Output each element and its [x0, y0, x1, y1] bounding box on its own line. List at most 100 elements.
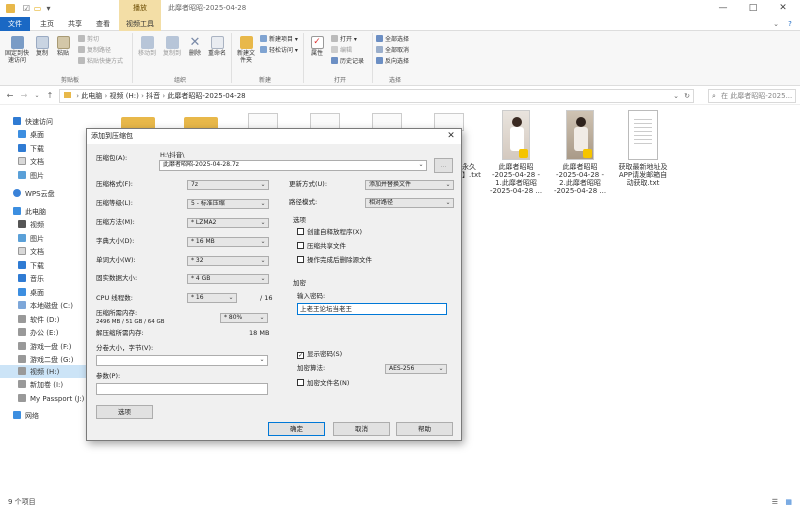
copy-to-button[interactable]: 复制到 — [161, 36, 183, 57]
nav-downloads-2[interactable]: 下载 — [18, 260, 44, 272]
context-tab-play[interactable]: 播放 — [119, 0, 161, 17]
new-folder-quick-icon[interactable]: ▭ — [33, 4, 42, 13]
copy-button[interactable]: 复制 — [34, 36, 50, 57]
nav-drive-h[interactable]: 视频 (H:) — [18, 366, 59, 378]
tab-video-tools[interactable]: 视频工具 — [119, 17, 161, 31]
select-none-button[interactable]: 全部取消 — [376, 46, 409, 55]
tab-view[interactable]: 查看 — [90, 17, 116, 31]
details-view-icon[interactable]: ☰ — [772, 496, 778, 508]
enc-method-select[interactable]: AES-256 ⌄ — [385, 364, 447, 374]
level-select[interactable]: 5 - 标准压缩 ⌄ — [187, 199, 269, 209]
file-item-video-1[interactable]: 此靡者昭昭 -2025-04-28 - 1.此靡者昭昭 -2025-04-28 … — [488, 110, 544, 195]
split-combo[interactable]: ⌄ — [96, 355, 268, 366]
breadcrumb-current[interactable]: 此靡者昭昭-2025-04-28 — [167, 92, 245, 100]
mem-percent-select[interactable]: * 80% ⌄ — [220, 313, 268, 323]
nav-drive-c[interactable]: 本地磁盘 (C:) — [18, 300, 73, 312]
refresh-icon[interactable]: ↻ — [684, 90, 690, 102]
paste-shortcut-button[interactable]: 粘贴快捷方式 — [78, 57, 123, 66]
dict-select[interactable]: * 16 MB ⌄ — [187, 237, 269, 247]
move-to-button[interactable]: 移动到 — [136, 36, 158, 57]
properties-button[interactable]: ✓ 属性 — [307, 36, 327, 57]
file-item-txt[interactable]: 获取最新地址及 APP请发邮箱自 动获取.txt — [614, 110, 672, 187]
back-icon[interactable]: ← — [4, 89, 16, 103]
password-input[interactable]: 上老王论坛当老王 — [297, 303, 447, 315]
cut-button[interactable]: 剪切 — [78, 35, 99, 44]
nav-this-pc[interactable]: 此电脑 — [13, 206, 46, 218]
sfx-checkbox[interactable]: 创建自释放程序(X) — [297, 228, 362, 237]
params-input[interactable] — [96, 383, 268, 395]
new-folder-button[interactable]: 新建文件夹 — [235, 36, 257, 64]
format-select[interactable]: 7z ⌄ — [187, 180, 269, 190]
large-icons-view-icon[interactable]: ▦ — [785, 496, 792, 508]
solid-select[interactable]: * 4 GB ⌄ — [187, 274, 269, 284]
select-all-button[interactable]: 全部选择 — [376, 35, 409, 44]
recent-dropdown-icon[interactable]: ⌄ — [31, 89, 43, 103]
encrypt-names-checkbox[interactable]: 加密文件名(N) — [297, 379, 349, 388]
nav-videos[interactable]: 视频 — [18, 219, 44, 231]
open-button[interactable]: 打开 ▾ — [331, 35, 357, 44]
browse-button[interactable]: ... — [434, 158, 453, 173]
new-item-button[interactable]: 新建项目 ▾ — [260, 35, 298, 44]
nav-drive-f[interactable]: 游戏一盘 (F:) — [18, 341, 72, 353]
breadcrumb-this-pc[interactable]: 此电脑 — [81, 92, 102, 100]
delete-after-checkbox[interactable]: 操作完成后删除源文件 — [297, 256, 372, 265]
minimize-icon[interactable]: — — [712, 0, 734, 17]
tab-home[interactable]: 主页 — [34, 17, 60, 31]
pin-quick-access-button[interactable]: 固定到快速访问 — [3, 36, 31, 64]
nav-quick-access[interactable]: 快速访问 — [13, 116, 53, 128]
properties-quick-icon[interactable]: ☑ — [22, 4, 31, 13]
file-item-partial[interactable]: 永久 】.txt — [462, 163, 484, 179]
nav-downloads[interactable]: 下载 — [18, 143, 44, 155]
nav-pictures[interactable]: 图片 — [18, 170, 44, 182]
nav-drive-e[interactable]: 办公 (E:) — [18, 327, 58, 339]
nav-pictures-2[interactable]: 图片 — [18, 233, 44, 245]
threads-select[interactable]: * 16 ⌄ — [187, 293, 237, 303]
archive-name-combo[interactable]: 此靡者昭昭-2025-04-28.7z ⌄ — [159, 160, 427, 171]
search-input[interactable]: ⌕ 在 此靡者昭昭-2025... — [708, 89, 796, 103]
collapse-ribbon-icon[interactable]: ⌄ — [770, 17, 782, 31]
address-dropdown-icon[interactable]: ⌄ — [673, 90, 679, 102]
rename-button[interactable]: 重命名 — [207, 36, 227, 57]
up-icon[interactable]: ↑ — [44, 89, 56, 103]
shared-files-checkbox[interactable]: 压缩共享文件 — [297, 242, 346, 251]
nav-network[interactable]: 网络 — [13, 410, 39, 422]
nav-drive-i[interactable]: 新加卷 (I:) — [18, 379, 63, 391]
method-select[interactable]: * LZMA2 ⌄ — [187, 218, 269, 228]
ok-button[interactable]: 确定 — [268, 422, 325, 436]
update-select[interactable]: 添加并替换文件 ⌄ — [365, 180, 454, 190]
nav-wps-cloud[interactable]: WPS云盘 — [13, 188, 55, 200]
breadcrumb-douyin[interactable]: 抖音 — [146, 92, 160, 100]
word-select[interactable]: * 32 ⌄ — [187, 256, 269, 266]
nav-desktop[interactable]: 桌面 — [18, 129, 44, 141]
edit-button[interactable]: 编辑 — [331, 46, 352, 55]
breadcrumb-drive[interactable]: 视频 (H:) — [110, 92, 139, 100]
history-button[interactable]: 历史记录 — [331, 57, 364, 66]
cancel-button[interactable]: 取消 — [333, 422, 390, 436]
nav-drive-d[interactable]: 软件 (D:) — [18, 314, 59, 326]
address-input[interactable]: › 此电脑 › 视频 (H:) › 抖音 › 此靡者昭昭-2025-04-28 … — [59, 89, 694, 103]
dialog-close-icon[interactable]: ✕ — [443, 129, 459, 144]
nav-drive-g[interactable]: 游戏二盘 (G:) — [18, 354, 73, 366]
paste-button[interactable]: 粘贴 — [54, 36, 72, 57]
close-window-icon[interactable]: ✕ — [772, 0, 794, 17]
nav-desktop-2[interactable]: 桌面 — [18, 287, 44, 299]
nav-music[interactable]: 音乐 — [18, 273, 44, 285]
options-button[interactable]: 选项 — [96, 405, 153, 419]
copy-path-button[interactable]: 复制路径 — [78, 46, 111, 55]
invert-selection-button[interactable]: 反向选择 — [376, 57, 409, 66]
nav-documents[interactable]: 文档 — [18, 156, 44, 168]
show-password-checkbox[interactable]: ✓ 显示密码(S) — [297, 350, 342, 359]
tab-file[interactable]: 文件 — [0, 17, 30, 31]
path-mode-select[interactable]: 相对路径 ⌄ — [365, 198, 454, 208]
help-icon[interactable]: ? — [784, 17, 796, 31]
nav-drive-j[interactable]: My Passport (J:) — [18, 393, 84, 405]
quick-access-dropdown-icon[interactable]: ▾ — [44, 4, 53, 13]
forward-icon[interactable]: → — [18, 89, 30, 103]
tab-share[interactable]: 共享 — [62, 17, 88, 31]
file-item-video-2[interactable]: 此靡者昭昭 -2025-04-28 - 2.此靡者昭昭 -2025-04-28 … — [552, 110, 608, 195]
easy-access-button[interactable]: 轻松访问 ▾ — [260, 46, 298, 55]
delete-button[interactable]: ✕ 删除 — [186, 36, 204, 57]
maximize-icon[interactable]: □ — [742, 0, 764, 17]
help-button[interactable]: 帮助 — [396, 422, 453, 436]
nav-documents-2[interactable]: 文档 — [18, 246, 44, 258]
